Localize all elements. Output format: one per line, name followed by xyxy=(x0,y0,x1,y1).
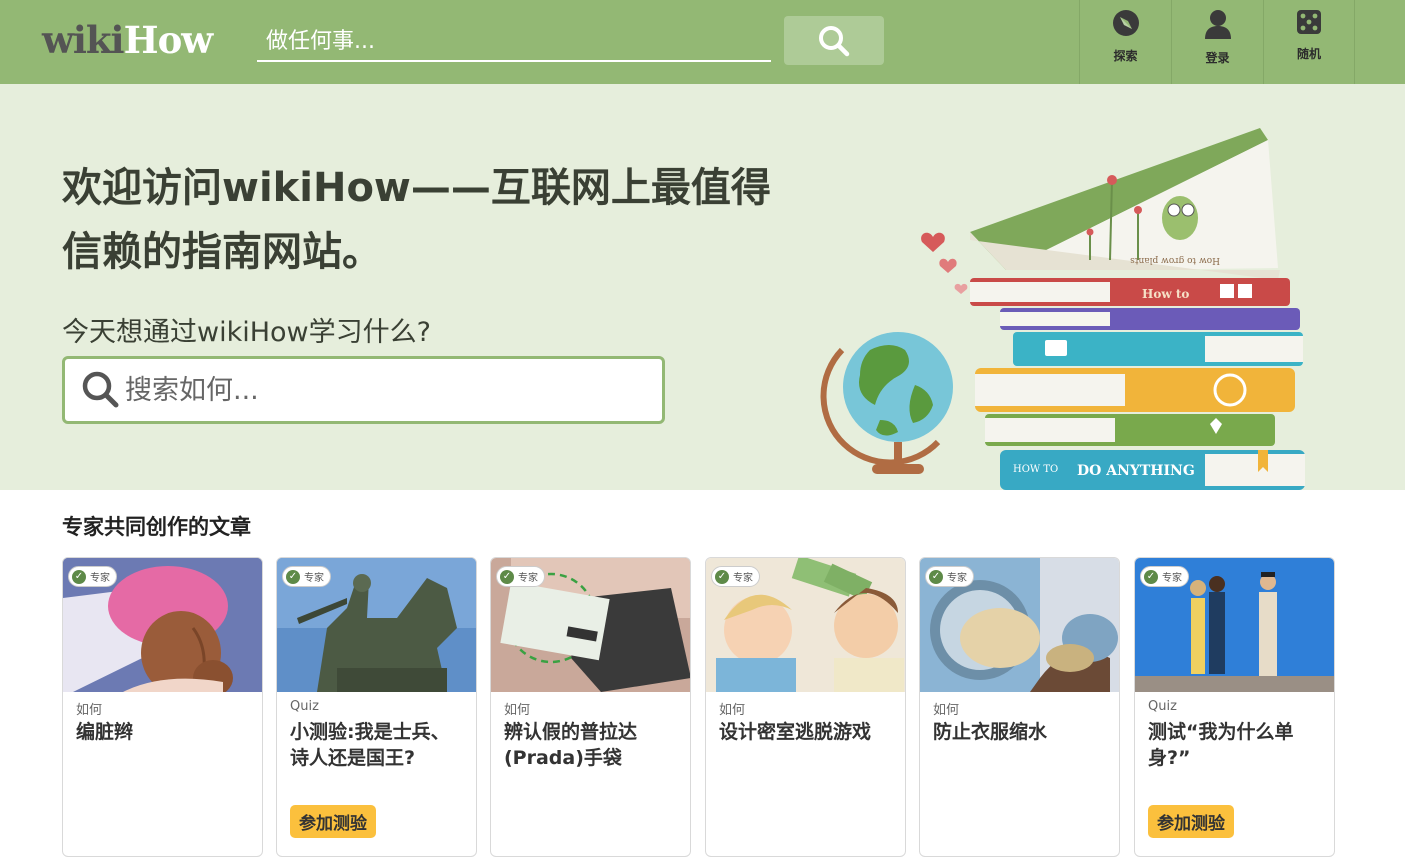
article-card[interactable]: ✓ 专家 如何 辨认假的普拉达(Prada)手袋 xyxy=(490,557,691,857)
expert-badge: ✓ 专家 xyxy=(68,566,117,587)
book-page-text: How to grow plants xyxy=(1130,255,1220,265)
expert-badge: ✓ 专家 xyxy=(711,566,760,587)
expert-badge-label: 专家 xyxy=(304,573,324,584)
card-kind: 如何 xyxy=(504,703,531,718)
hero-search-input[interactable] xyxy=(125,369,645,411)
article-card[interactable]: ✓ 专家 如何 设计密室逃脱游戏 xyxy=(705,557,906,857)
nav-explore[interactable]: 探索 xyxy=(1079,0,1171,84)
article-card[interactable]: ✓ 专家 如何 防止衣服缩水 xyxy=(919,557,1120,857)
hero-banner: 欢迎访问wikiHow——互联网上最值得信赖的指南网站。 今天想通过wikiHo… xyxy=(0,84,1405,490)
card-kind: Quiz xyxy=(1148,699,1177,714)
card-kind: 如何 xyxy=(719,703,746,718)
header-search-input[interactable] xyxy=(257,22,771,60)
heart-icon xyxy=(939,258,957,273)
article-card[interactable]: ✓ 专家 Quiz 测试“我为什么单身?” 参加测验 xyxy=(1134,557,1335,857)
header-search-button[interactable] xyxy=(784,16,884,65)
check-icon: ✓ xyxy=(500,569,514,584)
site-header: wikiHow 探索 登录 随机 xyxy=(0,0,1405,84)
take-quiz-button[interactable]: 参加测验 xyxy=(1148,805,1234,838)
nav-login-label: 登录 xyxy=(1205,51,1230,65)
card-title[interactable]: 防止衣服缩水 xyxy=(933,719,1111,745)
article-card[interactable]: ✓ 专家 Quiz 小测验:我是士兵、诗人还是国王? 参加测验 xyxy=(276,557,477,857)
header-search-field xyxy=(257,22,771,62)
take-quiz-button[interactable]: 参加测验 xyxy=(290,805,376,838)
book-spine-text: DO ANYTHING xyxy=(1077,463,1195,479)
hero-search-box xyxy=(62,356,665,424)
card-title[interactable]: 辨认假的普拉达(Prada)手袋 xyxy=(504,719,682,771)
expert-badge-label: 专家 xyxy=(947,573,967,584)
article-card[interactable]: ✓ 专家 如何 编脏辫 xyxy=(62,557,263,857)
heart-icon xyxy=(921,232,945,252)
book-spine-text: How to xyxy=(1142,287,1189,301)
nav-explore-label: 探索 xyxy=(1113,49,1138,63)
check-icon: ✓ xyxy=(715,569,729,584)
search-icon xyxy=(819,25,850,56)
check-icon: ✓ xyxy=(1144,569,1158,584)
card-title[interactable]: 设计密室逃脱游戏 xyxy=(719,719,897,745)
nav-random[interactable]: 随机 xyxy=(1263,0,1355,84)
check-icon: ✓ xyxy=(286,569,300,584)
dice-icon xyxy=(1297,10,1321,34)
search-icon xyxy=(82,371,119,408)
user-icon xyxy=(1204,10,1231,39)
hero-subtitle: 今天想通过wikiHow学习什么? xyxy=(62,317,431,348)
card-kind: Quiz xyxy=(290,699,319,714)
card-title[interactable]: 小测验:我是士兵、诗人还是国王? xyxy=(290,719,468,771)
expert-badge: ✓ 专家 xyxy=(925,566,974,587)
card-title[interactable]: 编脏辫 xyxy=(76,719,254,745)
expert-badge-label: 专家 xyxy=(1162,573,1182,584)
card-kind: 如何 xyxy=(76,703,103,718)
check-icon: ✓ xyxy=(72,569,86,584)
nav-login[interactable]: 登录 xyxy=(1171,0,1263,84)
expert-badge: ✓ 专家 xyxy=(1140,566,1189,587)
logo-wiki: wiki xyxy=(42,18,125,62)
hero-title: 欢迎访问wikiHow——互联网上最值得信赖的指南网站。 xyxy=(62,165,771,275)
card-title[interactable]: 测试“我为什么单身?” xyxy=(1148,719,1326,771)
book-spine-text: HOW TO xyxy=(1013,464,1058,475)
expert-badge-label: 专家 xyxy=(90,573,110,584)
heart-icon xyxy=(954,283,968,294)
expert-badge: ✓ 专家 xyxy=(496,566,545,587)
hero-illustration: How to grow plants How to DO ANYTHING HO… xyxy=(820,128,1305,490)
expert-badge: ✓ 专家 xyxy=(282,566,331,587)
logo-how: How xyxy=(123,18,213,62)
card-kind: 如何 xyxy=(933,703,960,718)
nav-random-label: 随机 xyxy=(1296,47,1321,61)
expert-badge-label: 专家 xyxy=(733,573,753,584)
check-icon: ✓ xyxy=(929,569,943,584)
section-title: 专家共同创作的文章 xyxy=(62,515,251,539)
compass-icon xyxy=(1112,10,1139,36)
expert-badge-label: 专家 xyxy=(518,573,538,584)
wikihow-logo[interactable]: wikiHow xyxy=(42,18,213,62)
